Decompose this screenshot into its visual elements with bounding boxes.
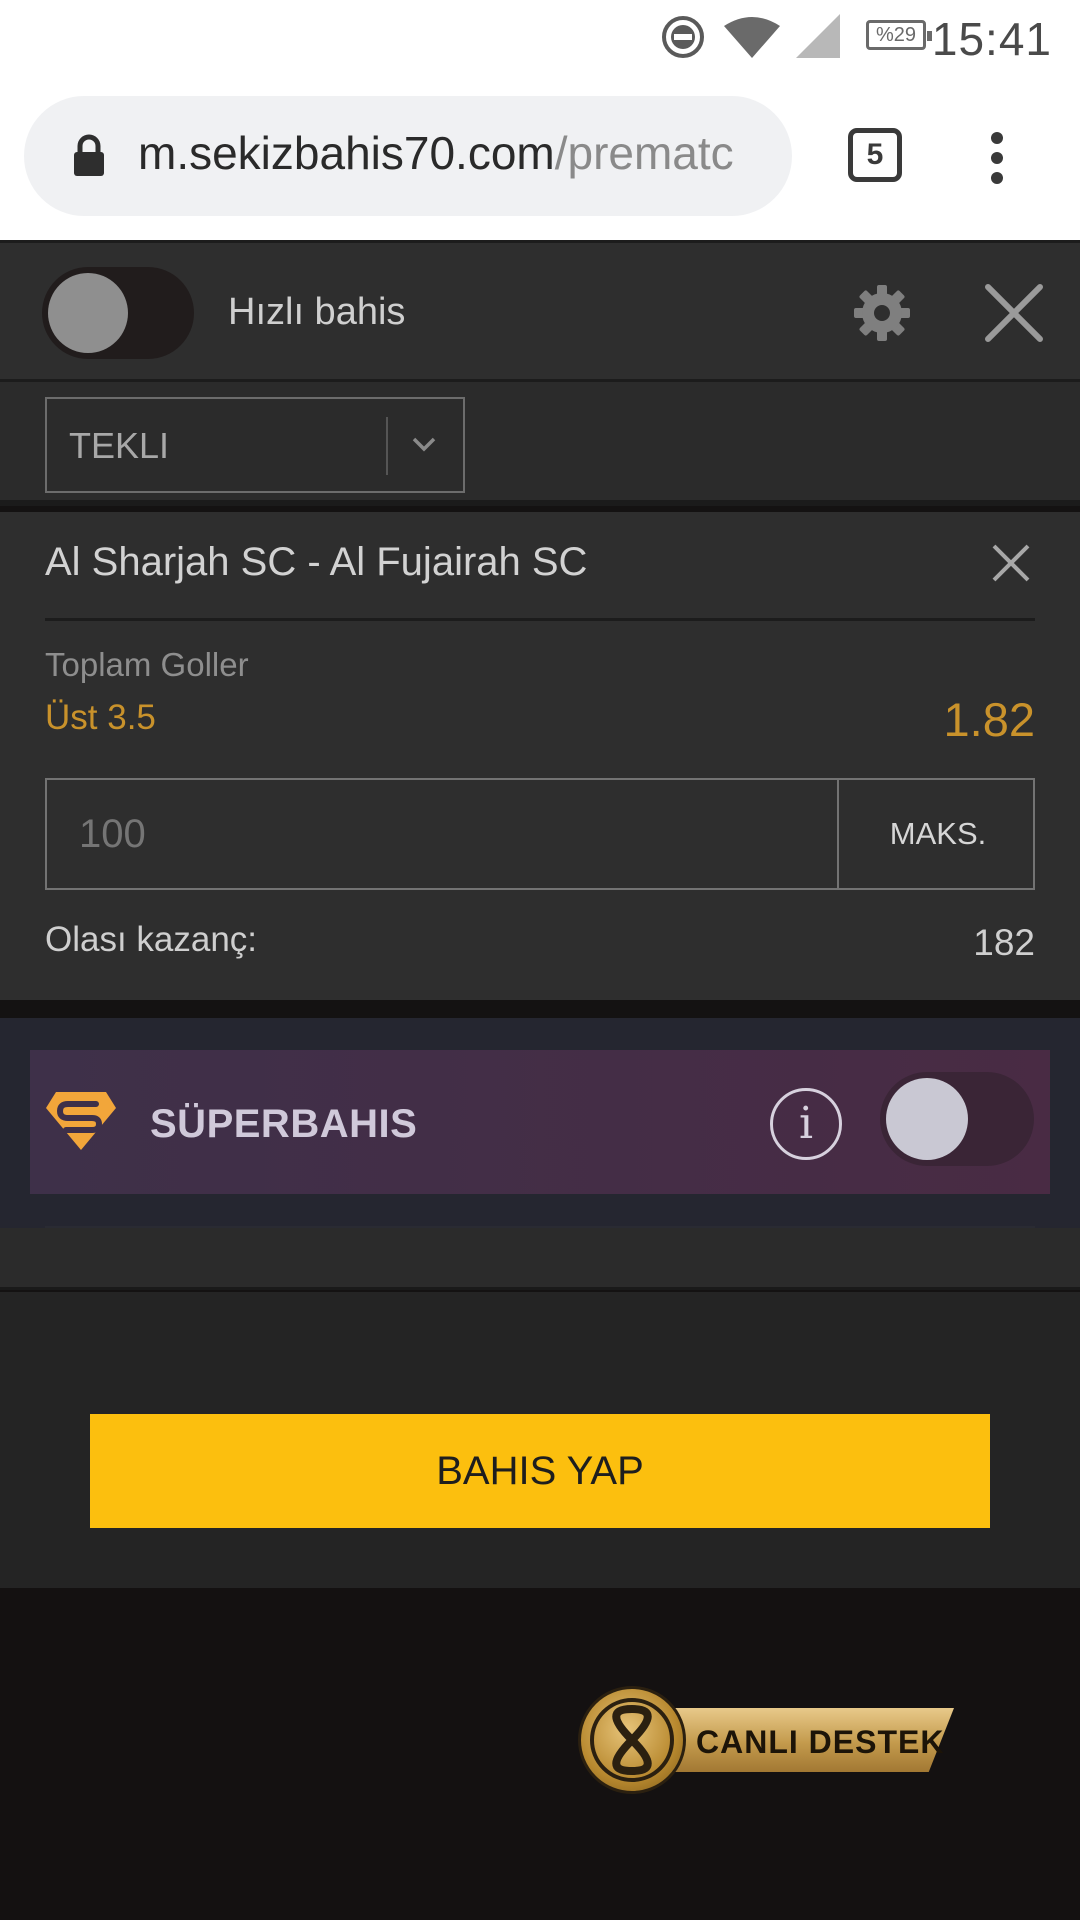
url-path: /prematc <box>554 127 734 179</box>
quick-bet-label: Hızlı bahis <box>228 291 406 333</box>
bet-type-select[interactable]: TEKLI <box>45 397 465 493</box>
close-icon[interactable] <box>982 281 1046 345</box>
superbahis-banner: SÜPERBAHIS i <box>30 1050 1050 1194</box>
remove-bet-icon[interactable] <box>990 542 1032 584</box>
action-area: BAHIS YAP <box>0 1292 1080 1588</box>
tab-switcher-button[interactable]: 5 <box>848 128 902 182</box>
battery-icon: %29 <box>866 20 932 50</box>
browser-toolbar: m.sekizbahis70.com/prematc 5 <box>0 78 1080 240</box>
wifi-icon <box>724 17 780 58</box>
superbahis-section: SÜPERBAHIS i <box>0 1018 1080 1228</box>
place-bet-button[interactable]: BAHIS YAP <box>90 1414 990 1528</box>
info-icon[interactable]: i <box>770 1088 842 1160</box>
max-stake-button[interactable]: MAKS. <box>841 780 1035 888</box>
potential-win-value: 182 <box>973 922 1035 963</box>
support-label-bold: DESTEK <box>808 1724 945 1760</box>
chevron-down-icon <box>412 437 436 452</box>
signal-icon <box>796 14 840 58</box>
url-text[interactable]: m.sekizbahis70.com/prematc <box>138 126 788 180</box>
market-name: Toplam Goller <box>45 646 249 683</box>
superbahis-label: SÜPERBAHIS <box>150 1102 418 1146</box>
more-vert-icon[interactable] <box>986 130 1008 186</box>
toggle-knob <box>48 273 128 353</box>
support-label: CANLI DESTEK <box>696 1724 944 1761</box>
status-bar: %29 15:41 <box>0 0 1080 78</box>
stake-box: MAKS. <box>45 778 1035 890</box>
url-host: m.sekizbahis70.com <box>138 127 555 179</box>
quick-bet-toggle[interactable] <box>42 267 194 359</box>
do-not-disturb-icon <box>662 16 704 58</box>
lock-icon <box>74 134 104 176</box>
slip-spacer <box>0 1228 1080 1290</box>
support-label-light: CANLI <box>696 1724 809 1760</box>
potential-win-label: Olası kazanç: <box>45 920 258 959</box>
divider <box>45 618 1035 621</box>
gear-icon[interactable] <box>852 283 912 343</box>
live-support-button[interactable]: CANLI DESTEK <box>578 1686 958 1800</box>
toggle-knob <box>886 1078 968 1160</box>
support-logo-icon <box>578 1686 686 1794</box>
clock: 15:41 <box>931 13 1052 65</box>
stake-input[interactable] <box>47 780 839 888</box>
bet-type-row: TEKLI <box>0 382 1080 506</box>
footer: CANLI DESTEK <box>0 1588 1080 1920</box>
superbahis-toggle[interactable] <box>880 1072 1034 1166</box>
match-title: Al Sharjah SC - Al Fujairah SC <box>45 540 588 584</box>
address-bar[interactable]: m.sekizbahis70.com/prematc <box>24 96 792 216</box>
bet-card: Al Sharjah SC - Al Fujairah SC Toplam Go… <box>0 512 1080 1000</box>
odds-value: 1.82 <box>943 693 1035 746</box>
superbahis-logo-icon <box>46 1092 116 1150</box>
select-divider <box>386 417 388 475</box>
bet-type-selected: TEKLI <box>69 425 170 466</box>
selection-name: Üst 3.5 <box>45 698 156 737</box>
betslip-header: Hızlı bahis <box>0 240 1080 382</box>
